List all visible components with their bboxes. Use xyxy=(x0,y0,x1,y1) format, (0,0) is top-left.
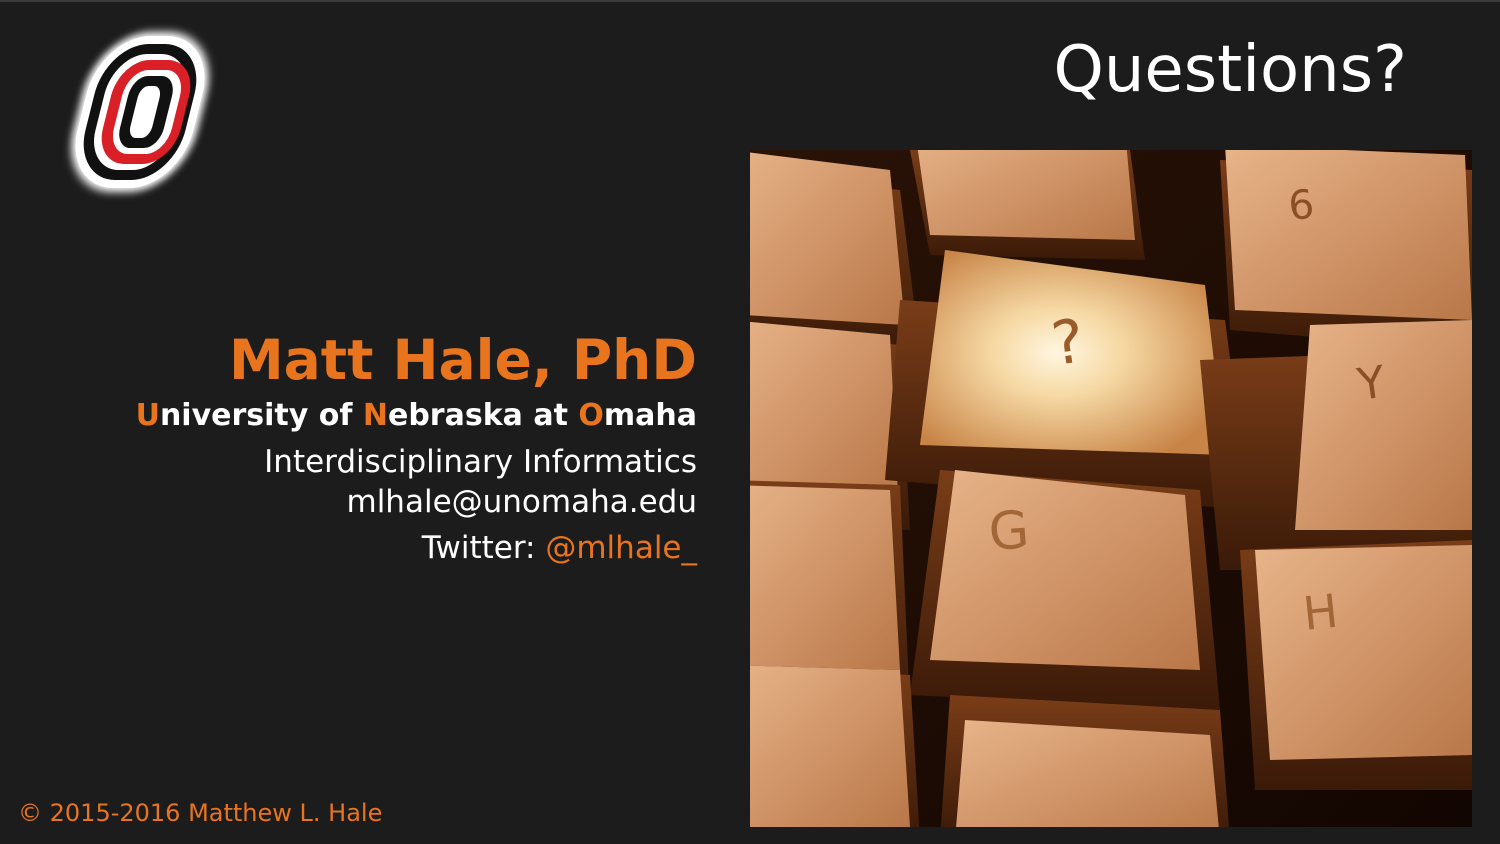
key-6: 6 xyxy=(1220,150,1472,350)
keyboard-question-key-photo: 6 ? Y G H xyxy=(750,150,1472,827)
university-initial-o: O xyxy=(578,398,604,433)
university-initial-n: N xyxy=(362,398,388,433)
slide-title: Questions? xyxy=(1053,33,1407,107)
key-bottom-left xyxy=(750,665,920,827)
key-g-label: G xyxy=(987,500,1031,563)
key-6-label: 6 xyxy=(1286,182,1316,230)
twitter-handle: @mlhale_ xyxy=(545,530,697,566)
key-h-label: H xyxy=(1301,584,1341,641)
university-initial-u: U xyxy=(135,398,160,433)
email-address: mlhale@unomaha.edu xyxy=(346,484,698,520)
university-part: ebraska at xyxy=(387,398,579,433)
twitter-label: Twitter: xyxy=(421,530,546,566)
university-o-logo-icon xyxy=(71,32,209,192)
key-g: G xyxy=(910,470,1220,710)
department: Interdisciplinary Informatics xyxy=(264,444,697,480)
copyright-footer: © 2015-2016 Matthew L. Hale xyxy=(18,799,383,827)
university-name: University of Nebraska at Omaha xyxy=(136,398,697,434)
top-border xyxy=(0,0,1500,2)
twitter-line: Twitter: @mlhale_ xyxy=(136,528,697,568)
presenter-info: Matt Hale, PhD University of Nebraska at… xyxy=(136,330,697,568)
university-part: niversity of xyxy=(159,398,363,433)
key-top-center xyxy=(910,150,1145,260)
key-h: H xyxy=(1240,540,1472,790)
presenter-name: Matt Hale, PhD xyxy=(228,328,697,392)
university-part: maha xyxy=(603,398,697,433)
key-bottom-center xyxy=(940,695,1229,827)
